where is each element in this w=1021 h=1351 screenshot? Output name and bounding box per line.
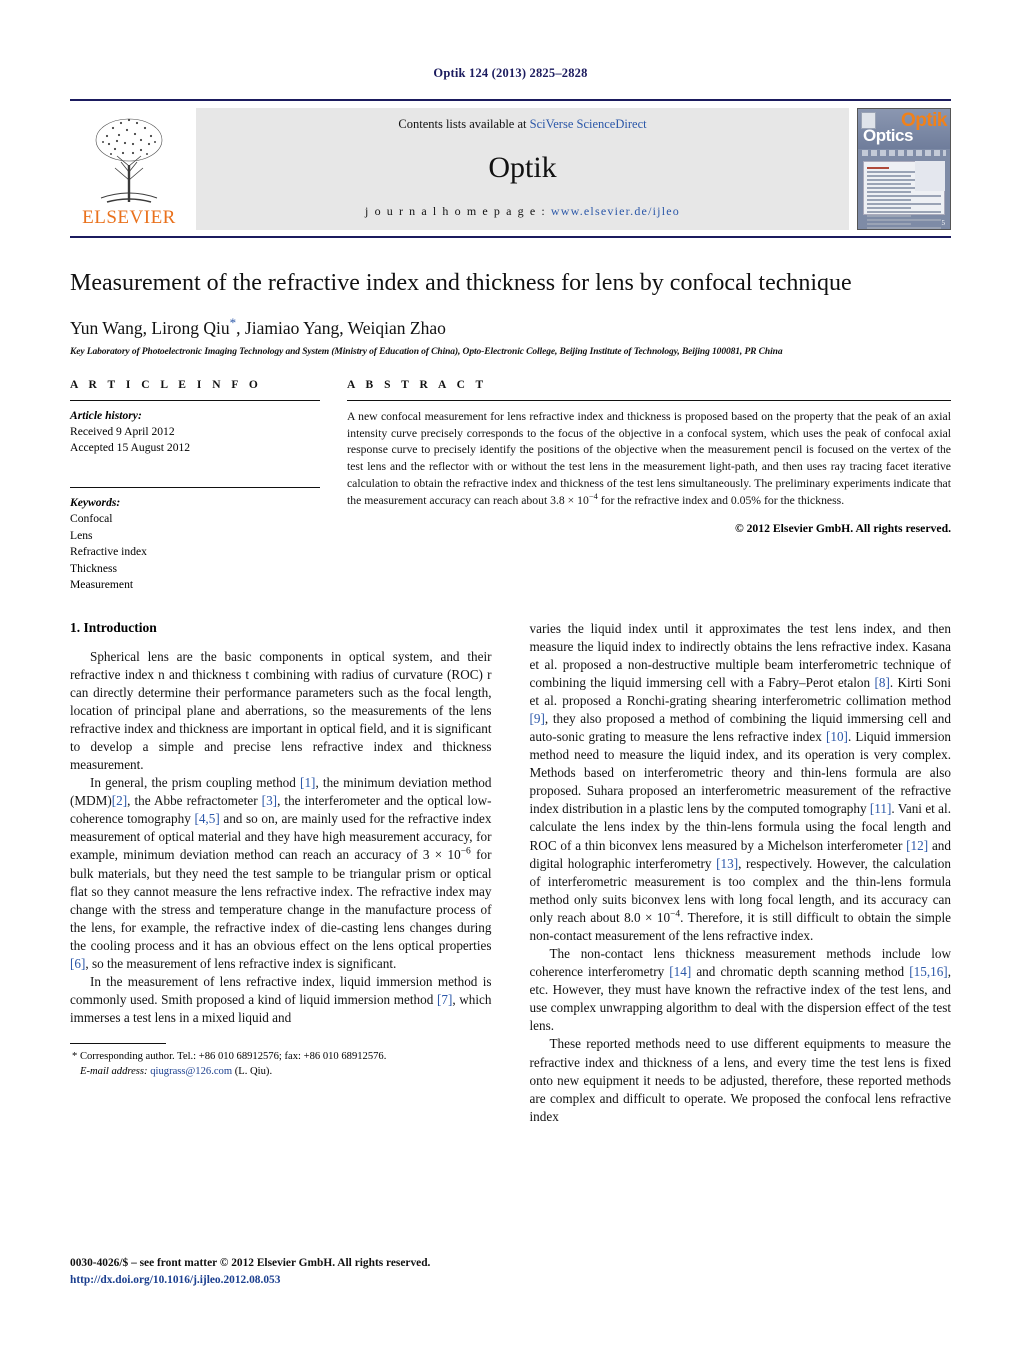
issn-front-matter: 0030-4026/$ – see front matter © 2012 El… (70, 1256, 431, 1269)
keywords-label: Keywords: (70, 495, 121, 509)
email-owner: (L. Qiu). (234, 1066, 273, 1078)
info-abstract-row: A R T I C L E I N F O Article history: R… (70, 379, 951, 594)
text-run: , the Abbe refractometer (127, 793, 262, 809)
citation-link[interactable]: [1] (300, 775, 315, 790)
contents-prefix: Contents lists available at (398, 117, 530, 131)
cover-side-panel (915, 161, 945, 191)
doi-link[interactable]: http://dx.doi.org/10.1016/j.ijleo.2012.0… (70, 1272, 500, 1289)
text-run: , so the measurement of lens refractive … (85, 955, 397, 971)
citation-link[interactable]: [2] (112, 793, 127, 808)
section-heading-introduction: 1. Introduction (70, 619, 157, 635)
abstract-text: A new confocal measurement for lens refr… (347, 401, 951, 511)
article-info-heading: A R T I C L E I N F O (70, 378, 262, 391)
accepted-date: Accepted 15 August 2012 (70, 441, 191, 455)
authors-lead: Yun Wang, Lirong Qiu (70, 317, 230, 338)
contents-available-line: Contents lists available at SciVerse Sci… (398, 117, 646, 132)
keyword-item: Confocal (70, 512, 113, 526)
citation-link[interactable]: [3] (262, 793, 277, 808)
body-columns: 1. Introduction Spherical lens are the b… (70, 620, 951, 1126)
citation-link[interactable]: [7] (437, 992, 452, 1007)
citation-link[interactable]: [10] (826, 729, 848, 744)
journal-cover-thumbnail: Optik Optics 5 (857, 108, 951, 230)
citation-link[interactable]: [8] (874, 675, 889, 690)
paragraph: Spherical lens are the basic components … (70, 648, 492, 773)
email-label: E-mail address: (80, 1066, 148, 1078)
paragraph: varies the liquid index until it approxi… (530, 620, 952, 945)
running-head: Optik 124 (2013) 2825–2828 (433, 66, 588, 80)
author-list: Yun Wang, Lirong Qiu*, Jiamiao Yang, Wei… (70, 315, 951, 339)
citation-link[interactable]: [9] (530, 711, 545, 726)
elsevier-wordmark: ELSEVIER (82, 207, 176, 228)
received-date: Received 9 April 2012 (70, 425, 175, 438)
text-run: In the measurement of lens refractive in… (70, 974, 492, 1008)
cover-masthead: Optik Optics (858, 109, 950, 149)
homepage-url-link[interactable]: www.elsevier.de/ijleo (551, 204, 680, 218)
right-column: varies the liquid index until it approxi… (530, 620, 952, 1126)
abstract-column: A B S T R A C T A new confocal measureme… (347, 379, 951, 594)
citation-link[interactable]: [14] (669, 964, 691, 979)
article-history-group: Article history: Received 9 April 2012 A… (70, 401, 320, 457)
citation-link[interactable]: [4,5] (194, 811, 219, 826)
abstract-copyright: © 2012 Elsevier GmbH. All rights reserve… (734, 522, 951, 536)
page-footer: 0030-4026/$ – see front matter © 2012 El… (70, 1255, 500, 1289)
citation-link[interactable]: [12] (906, 838, 928, 853)
text-run: and chromatic depth scanning method (691, 964, 910, 980)
cover-subtitle-rule (862, 150, 946, 156)
citation-link[interactable]: [13] (716, 856, 738, 871)
keyword-item: Thickness (70, 561, 118, 575)
email-link[interactable]: qiugrass@126.com (150, 1066, 232, 1077)
corresponding-author-footnote: * Corresponding author. Tel.: +86 010 68… (70, 1049, 492, 1079)
cover-title-optics: Optics (863, 126, 913, 145)
footnote-rule (70, 1043, 166, 1045)
left-column: 1. Introduction Spherical lens are the b… (70, 620, 492, 1126)
abstract-heading: A B S T R A C T (347, 378, 488, 391)
sciencedirect-link[interactable]: SciVerse ScienceDirect (530, 117, 647, 131)
paper-page: Optik 124 (2013) 2825–2828 ELSEVIER Cont… (0, 0, 1021, 1351)
footnote-text: Corresponding author. Tel.: +86 010 6891… (77, 1051, 387, 1063)
banner-center: Contents lists available at SciVerse Sci… (196, 108, 849, 230)
keywords-block: Keywords: Confocal Lens Refractive index… (70, 486, 320, 594)
banner-bottom-rule (70, 236, 951, 238)
paragraph: The non-contact lens thickness measureme… (530, 945, 952, 1035)
elsevier-logo: ELSEVIER (70, 108, 188, 230)
citation-link[interactable]: [15,16] (909, 964, 947, 979)
article-info-column: A R T I C L E I N F O Article history: R… (70, 379, 320, 594)
journal-homepage-line: j o u r n a l h o m e p a g e : www.else… (365, 204, 680, 219)
abstract-part-2: for the refractive index and 0.05% for t… (597, 494, 845, 508)
elsevier-tree-icon (95, 118, 163, 203)
authors-tail: , Jiamiao Yang, Weiqian Zhao (236, 317, 446, 338)
journal-title: Optik (488, 151, 557, 184)
page-title: Measurement of the refractive index and … (70, 270, 852, 296)
abstract-exponent: −4 (588, 491, 598, 502)
cover-issue-number: 5 (941, 219, 946, 227)
affiliation: Key Laboratory of Photoelectronic Imagin… (70, 346, 783, 357)
paragraph: In general, the prism coupling method [1… (70, 774, 492, 973)
exponent: −4 (670, 909, 681, 920)
keyword-item: Measurement (70, 578, 134, 592)
abstract-part-1: A new confocal measurement for lens refr… (347, 409, 951, 508)
keyword-item: Lens (70, 528, 93, 542)
article-history-label: Article history: (70, 408, 142, 422)
citation-link[interactable]: [6] (70, 956, 85, 971)
journal-banner: ELSEVIER Contents lists available at Sci… (70, 99, 951, 230)
keywords-group: Keywords: Confocal Lens Refractive index… (70, 488, 320, 594)
text-run: for bulk materials, but they need the te… (70, 847, 492, 953)
citation-link[interactable]: [11] (870, 801, 891, 816)
homepage-label: j o u r n a l h o m e p a g e : (365, 204, 551, 218)
keyword-item: Refractive index (70, 545, 147, 559)
exponent: −6 (460, 847, 471, 858)
paragraph: In the measurement of lens refractive in… (70, 973, 492, 1027)
paragraph: These reported methods need to use diffe… (529, 1036, 952, 1124)
text-run: In general, the prism coupling method (90, 775, 301, 791)
